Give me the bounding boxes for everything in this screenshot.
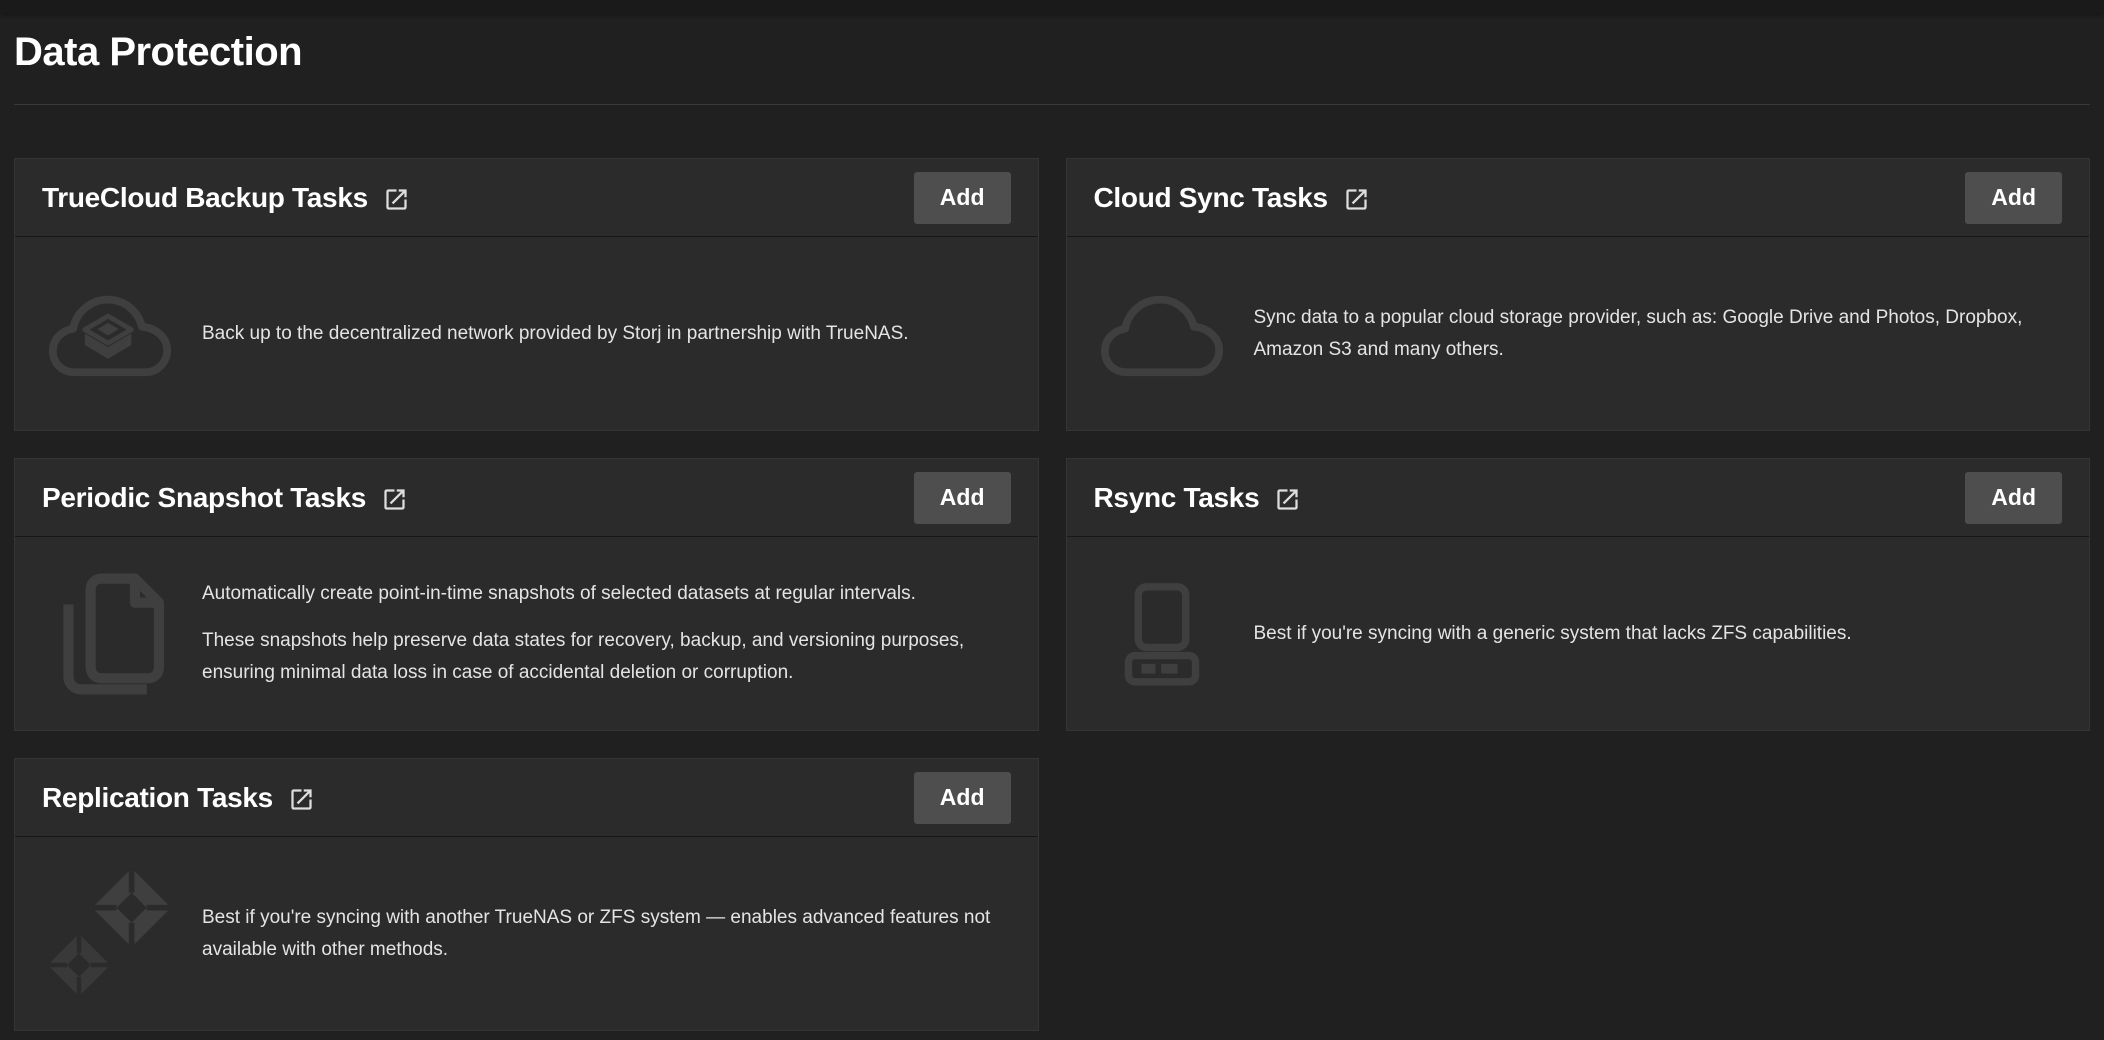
data-protection-page: Data Protection TrueCloud Backup Tasks A… bbox=[0, 0, 2104, 1031]
card-description: Back up to the decentralized network pro… bbox=[202, 318, 998, 350]
open-in-new-icon[interactable] bbox=[1274, 486, 1301, 513]
replication-diamonds-icon bbox=[48, 866, 172, 1002]
card-description-paragraph: These snapshots help preserve data state… bbox=[202, 625, 998, 689]
open-in-new-icon[interactable] bbox=[1343, 186, 1370, 213]
replication-tasks-link[interactable]: Replication Tasks bbox=[42, 782, 315, 814]
cloud-icon bbox=[1100, 285, 1224, 382]
card-title-text: Rsync Tasks bbox=[1094, 482, 1260, 514]
card-body: Best if you're syncing with a generic sy… bbox=[1067, 537, 2090, 730]
card-description: Sync data to a popular cloud storage pro… bbox=[1254, 302, 2050, 366]
card-body: Best if you're syncing with another True… bbox=[15, 837, 1038, 1030]
card-description: Automatically create point-in-time snaps… bbox=[202, 578, 998, 689]
card-periodic-snapshot-tasks: Periodic Snapshot Tasks Add Automaticall… bbox=[14, 458, 1039, 731]
add-rsync-button[interactable]: Add bbox=[1965, 472, 2062, 524]
add-truecloud-backup-button[interactable]: Add bbox=[914, 172, 1011, 224]
card-header: Periodic Snapshot Tasks Add bbox=[15, 459, 1038, 537]
card-body: Sync data to a popular cloud storage pro… bbox=[1067, 237, 2090, 430]
icon-box bbox=[48, 569, 172, 699]
card-body: Automatically create point-in-time snaps… bbox=[15, 537, 1038, 730]
storj-cloud-icon bbox=[48, 285, 172, 382]
card-description-paragraph: Best if you're syncing with a generic sy… bbox=[1254, 618, 2050, 650]
card-cloud-sync-tasks: Cloud Sync Tasks Add Sync data to a popu… bbox=[1066, 158, 2091, 431]
card-title-text: TrueCloud Backup Tasks bbox=[42, 182, 368, 214]
card-title-text: Periodic Snapshot Tasks bbox=[42, 482, 366, 514]
card-header: Rsync Tasks Add bbox=[1067, 459, 2090, 537]
card-description-paragraph: Automatically create point-in-time snaps… bbox=[202, 578, 998, 610]
open-in-new-icon[interactable] bbox=[381, 486, 408, 513]
rsync-tasks-link[interactable]: Rsync Tasks bbox=[1094, 482, 1302, 514]
add-periodic-snapshot-button[interactable]: Add bbox=[914, 472, 1011, 524]
open-in-new-icon[interactable] bbox=[383, 186, 410, 213]
card-description-paragraph: Back up to the decentralized network pro… bbox=[202, 318, 998, 350]
card-description-paragraph: Best if you're syncing with another True… bbox=[202, 902, 998, 966]
icon-box bbox=[1100, 580, 1224, 687]
snapshots-copy-icon bbox=[50, 569, 170, 699]
card-truecloud-backup-tasks: TrueCloud Backup Tasks Add Back up bbox=[14, 158, 1039, 431]
open-in-new-icon[interactable] bbox=[288, 786, 315, 813]
title-divider bbox=[14, 104, 2090, 105]
icon-box bbox=[48, 285, 172, 382]
card-header: Cloud Sync Tasks Add bbox=[1067, 159, 2090, 237]
card-rsync-tasks: Rsync Tasks Add Best if you're syn bbox=[1066, 458, 2091, 731]
card-title-text: Cloud Sync Tasks bbox=[1094, 182, 1328, 214]
card-description: Best if you're syncing with a generic sy… bbox=[1254, 618, 2050, 650]
task-cards-grid: TrueCloud Backup Tasks Add Back up bbox=[14, 158, 2090, 1031]
computer-icon bbox=[1117, 580, 1207, 687]
add-cloud-sync-button[interactable]: Add bbox=[1965, 172, 2062, 224]
periodic-snapshot-tasks-link[interactable]: Periodic Snapshot Tasks bbox=[42, 482, 408, 514]
card-header: TrueCloud Backup Tasks Add bbox=[15, 159, 1038, 237]
add-replication-button[interactable]: Add bbox=[914, 772, 1011, 824]
page-title: Data Protection bbox=[14, 0, 2090, 75]
cloud-sync-tasks-link[interactable]: Cloud Sync Tasks bbox=[1094, 182, 1370, 214]
card-title-text: Replication Tasks bbox=[42, 782, 273, 814]
truecloud-backup-tasks-link[interactable]: TrueCloud Backup Tasks bbox=[42, 182, 410, 214]
card-description: Best if you're syncing with another True… bbox=[202, 902, 998, 966]
card-description-paragraph: Sync data to a popular cloud storage pro… bbox=[1254, 302, 2050, 366]
card-header: Replication Tasks Add bbox=[15, 759, 1038, 837]
icon-box bbox=[1100, 285, 1224, 382]
card-body: Back up to the decentralized network pro… bbox=[15, 237, 1038, 430]
card-replication-tasks: Replication Tasks Add bbox=[14, 758, 1039, 1031]
icon-box bbox=[48, 866, 172, 1002]
